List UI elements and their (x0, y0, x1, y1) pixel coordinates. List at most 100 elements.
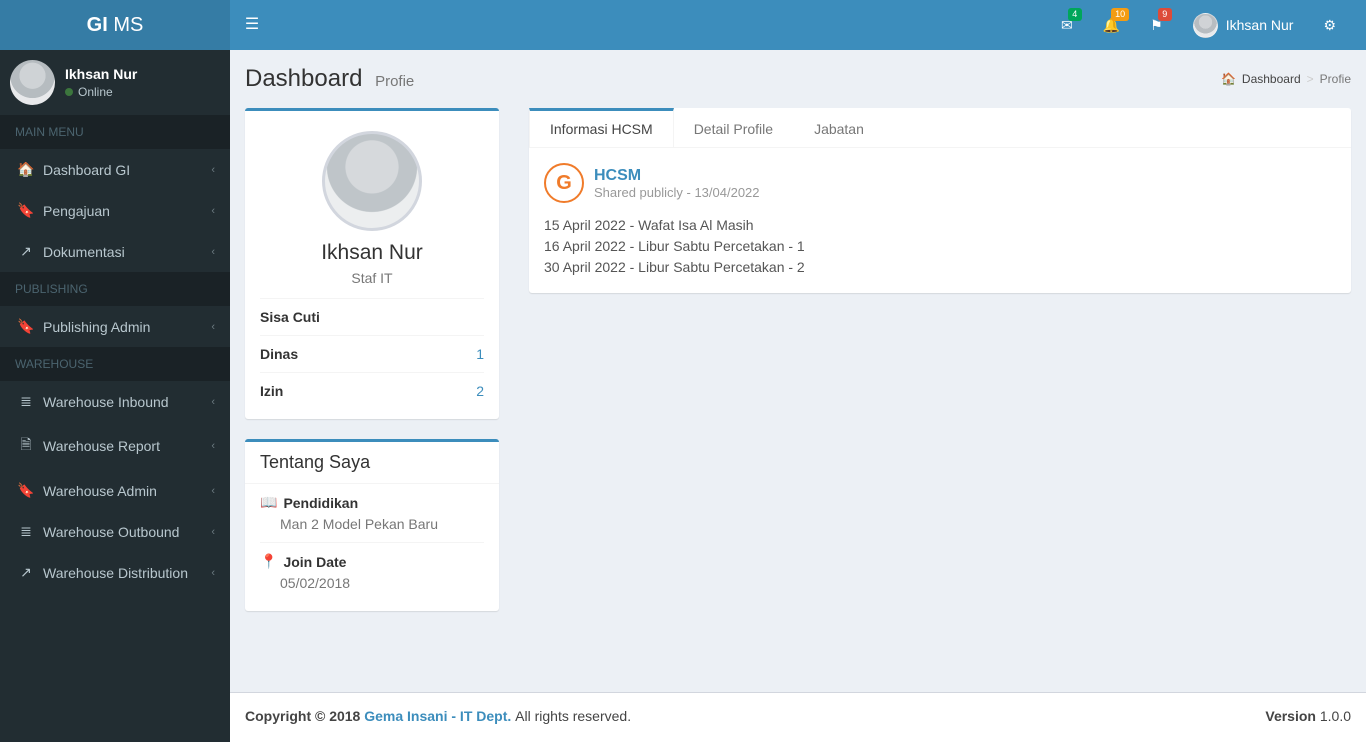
page-subtitle: Profie (375, 73, 414, 90)
brand-logo[interactable]: GI MS (0, 0, 230, 50)
bars-icon: ☰ (245, 16, 259, 33)
left-column: Ikhsan Nur Staf IT Sisa Cuti Dinas 1 Izi… (245, 108, 499, 727)
stat-label: Dinas (260, 346, 298, 362)
profile-role: Staf IT (260, 270, 484, 286)
sidebar-item-wh-distribution[interactable]: ↗ Warehouse Distribution ‹ (0, 552, 230, 593)
version-value: 1.0.0 (1316, 708, 1351, 724)
sidebar-item-label: Warehouse Inbound (43, 394, 169, 410)
breadcrumb-root[interactable]: Dashboard (1242, 72, 1301, 86)
sidebar-user-name: Ikhsan Nur (65, 66, 137, 82)
footer-right: Version 1.0.0 (1265, 708, 1351, 727)
chevron-left-icon: ‹ (211, 321, 215, 333)
status-text: Online (78, 85, 113, 99)
sidebar-user-status[interactable]: Online (65, 85, 137, 99)
user-name-label: Ikhsan Nur (1226, 17, 1294, 33)
stat-label: Izin (260, 383, 283, 399)
sidebar-item-dashboard[interactable]: 🏠 Dashboard GI ‹ (0, 149, 230, 190)
map-marker-icon: 📍 (260, 553, 277, 570)
breadcrumb-separator: > (1307, 72, 1314, 86)
sidebar-item-label: Warehouse Outbound (43, 524, 179, 540)
company-link[interactable]: Gema Insani - IT Dept. (364, 708, 511, 724)
copyright-prefix: Copyright © 2018 (245, 708, 364, 724)
list-icon: ≣ (15, 523, 37, 540)
about-body: 📖 Pendidikan Man 2 Model Pekan Baru 📍 Jo… (245, 484, 499, 611)
settings-button[interactable]: ⚙ (1308, 17, 1351, 34)
notifications-badge: 10 (1111, 8, 1129, 21)
tab-content: G HCSM Shared publicly - 13/04/2022 15 A… (529, 148, 1351, 293)
sidebar-item-label: Pengajuan (43, 203, 110, 219)
tab-jabatan[interactable]: Jabatan (794, 108, 885, 147)
about-box: Tentang Saya 📖 Pendidikan Man 2 Model Pe… (245, 439, 499, 611)
sidebar-item-wh-outbound[interactable]: ≣ Warehouse Outbound ‹ (0, 511, 230, 552)
sidebar-header-main: MAIN MENU (0, 115, 230, 149)
join-date-label-text: Join Date (283, 554, 346, 570)
sidebar-toggle-button[interactable]: ☰ (230, 0, 274, 50)
sidebar-item-label: Publishing Admin (43, 319, 150, 335)
sidebar-user-panel: Ikhsan Nur Online (0, 50, 230, 115)
sidebar-item-label: Warehouse Report (43, 438, 160, 454)
breadcrumb-leaf: Profie (1320, 72, 1351, 86)
messages-badge: 4 (1068, 8, 1082, 21)
messages-menu[interactable]: ✉ 4 (1046, 0, 1088, 50)
tasks-menu[interactable]: ⚑ 9 (1135, 0, 1178, 50)
sidebar-item-pengajuan[interactable]: 🔖 Pengajuan ‹ (0, 190, 230, 231)
join-date-label: 📍 Join Date (260, 553, 484, 570)
sidebar-item-publishing-admin[interactable]: 🔖 Publishing Admin ‹ (0, 306, 230, 347)
stat-value[interactable]: 1 (476, 346, 484, 362)
stat-label: Sisa Cuti (260, 309, 320, 325)
bookmark-icon: 🔖 (15, 318, 37, 335)
tabs-panel: Informasi HCSM Detail Profile Jabatan G … (529, 108, 1351, 293)
sidebar-item-dokumentasi[interactable]: ↗ Dokumentasi ‹ (0, 231, 230, 272)
post-line: 15 April 2022 - Wafat Isa Al Masih (544, 215, 1336, 236)
post-body: 15 April 2022 - Wafat Isa Al Masih 16 Ap… (544, 215, 1336, 278)
sidebar-avatar-icon (10, 60, 55, 105)
main-footer: Copyright © 2018 Gema Insani - IT Dept. … (230, 692, 1366, 742)
bookmark-icon: 🔖 (15, 202, 37, 219)
bookmark-icon: 🔖 (15, 482, 37, 499)
about-header: Tentang Saya (245, 442, 499, 484)
user-menu[interactable]: Ikhsan Nur (1178, 13, 1309, 38)
rights-text: All rights reserved. (515, 708, 631, 724)
content-header: Dashboard Profie 🏠 Dashboard > Profie (230, 50, 1366, 93)
page-title: Dashboard Profie (245, 65, 414, 93)
hcsm-logo-icon: G (544, 163, 584, 203)
divider (260, 542, 484, 543)
sidebar-item-label: Dokumentasi (43, 244, 125, 260)
tab-detail-profile[interactable]: Detail Profile (674, 108, 794, 147)
tab-informasi-hcsm[interactable]: Informasi HCSM (529, 108, 674, 147)
chevron-left-icon: ‹ (211, 440, 215, 452)
status-dot-icon (65, 88, 73, 96)
sidebar-item-wh-inbound[interactable]: ≣ Warehouse Inbound ‹ (0, 381, 230, 422)
stat-value[interactable]: 2 (476, 383, 484, 399)
gears-icon: ⚙ (1323, 17, 1336, 33)
breadcrumb: 🏠 Dashboard > Profie (1221, 72, 1351, 86)
about-title: Tentang Saya (260, 452, 484, 473)
sidebar-item-wh-report[interactable]: 🗎 Warehouse Report ‹ (0, 422, 230, 470)
sidebar-header-publishing: PUBLISHING (0, 272, 230, 306)
post-line: 16 April 2022 - Libur Sabtu Percetakan -… (544, 236, 1336, 257)
navbar-right: ✉ 4 🔔 10 ⚑ 9 Ikhsan Nur ⚙ (1046, 0, 1351, 50)
post-title[interactable]: HCSM (594, 167, 760, 185)
content-wrapper: Dashboard Profie 🏠 Dashboard > Profie Ik… (230, 50, 1366, 742)
post-header: G HCSM Shared publicly - 13/04/2022 (544, 163, 1336, 203)
right-column: Informasi HCSM Detail Profile Jabatan G … (529, 108, 1351, 727)
stat-sisa-cuti: Sisa Cuti (260, 299, 484, 336)
copyright: Copyright © 2018 Gema Insani - IT Dept. (245, 708, 515, 724)
chevron-left-icon: ‹ (211, 164, 215, 176)
chevron-left-icon: ‹ (211, 526, 215, 538)
education-label: 📖 Pendidikan (260, 494, 484, 511)
list-icon: ≣ (15, 393, 37, 410)
chevron-left-icon: ‹ (211, 205, 215, 217)
main-sidebar: Ikhsan Nur Online MAIN MENU 🏠 Dashboard … (0, 50, 230, 742)
chevron-left-icon: ‹ (211, 485, 215, 497)
post-line: 30 April 2022 - Libur Sabtu Percetakan -… (544, 257, 1336, 278)
sidebar-header-warehouse: WAREHOUSE (0, 347, 230, 381)
post-meta: Shared publicly - 13/04/2022 (594, 185, 760, 200)
top-navbar: ☰ ✉ 4 🔔 10 ⚑ 9 Ikhsan Nur ⚙ (230, 0, 1366, 50)
education-value: Man 2 Model Pekan Baru (280, 516, 484, 532)
notifications-menu[interactable]: 🔔 10 (1088, 0, 1135, 50)
brand-light: MS (108, 14, 144, 36)
brand-bold: GI (87, 14, 108, 36)
dashboard-icon: 🏠 (15, 161, 37, 178)
sidebar-item-wh-admin[interactable]: 🔖 Warehouse Admin ‹ (0, 470, 230, 511)
